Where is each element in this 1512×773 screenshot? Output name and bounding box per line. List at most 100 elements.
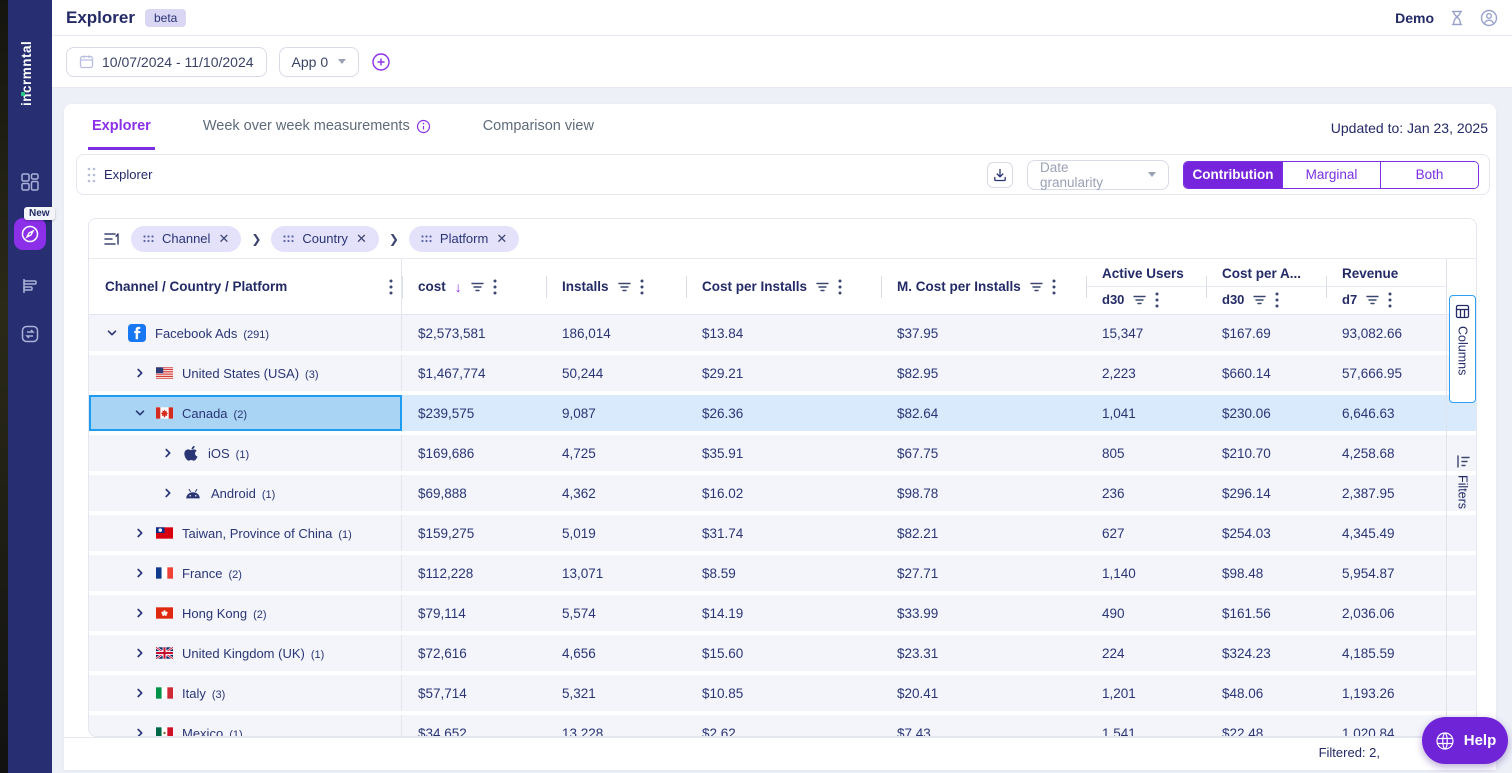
filter-icon[interactable] [1133, 295, 1147, 305]
chevron-right-icon[interactable] [161, 447, 175, 459]
tab-explorer[interactable]: Explorer [88, 118, 155, 150]
column-header-cost[interactable]: cost ↓ [402, 259, 546, 314]
table-row[interactable]: iOS (1) $169,686 4,725 $35.91 $67.75 805 $210.7… [89, 435, 1476, 471]
tree-cell[interactable]: United Kingdom (UK) (1) [89, 635, 402, 671]
table-rows: Facebook Ads (291) $2,573,581 186,014 $13.84… [89, 315, 1476, 737]
flag-france-icon [156, 567, 173, 579]
close-icon[interactable]: ✕ [218, 232, 229, 245]
tab-comparison-view[interactable]: Comparison view [479, 118, 598, 150]
table-row[interactable]: Android (1) $69,888 4,362 $16.02 $98.78 236 $29… [89, 475, 1476, 511]
table-row[interactable]: United States (USA) (3) $1,467,774 50,244 $2… [89, 355, 1476, 391]
chevron-right-icon[interactable] [133, 647, 147, 659]
tree-column-header[interactable]: Channel / Country / Platform [89, 259, 402, 314]
drag-handle-icon[interactable] [87, 167, 96, 183]
mode-toggle: Contribution Marginal Both [1183, 160, 1479, 189]
table-footer: Filtered: 2, [64, 737, 1496, 767]
explorer-compass-icon[interactable]: New [14, 207, 55, 250]
columns-panel-tab[interactable]: Columns [1449, 295, 1476, 403]
filter-icon[interactable] [816, 282, 829, 292]
filter-icon[interactable] [1030, 282, 1043, 292]
table-row[interactable]: Italy (3) $57,714 5,321 $10.85 $20.41 1,201 $48… [89, 675, 1476, 711]
table-row[interactable]: Facebook Ads (291) $2,573,581 186,014 $13.84… [89, 315, 1476, 351]
column-header-revenue[interactable]: Revenue d7 [1326, 259, 1446, 314]
marginal-button[interactable]: Marginal [1282, 161, 1380, 188]
chevron-right-icon: ❯ [251, 231, 262, 246]
desktop-edge [0, 0, 8, 773]
download-button[interactable] [987, 161, 1013, 188]
tree-cell[interactable]: Android (1) [89, 475, 402, 511]
tree-cell[interactable]: Taiwan, Province of China (1) [89, 515, 402, 551]
tree-cell[interactable]: Mexico (1) [89, 715, 402, 736]
value-cell: $13.84 [702, 325, 744, 341]
tree-cell[interactable]: United States (USA) (3) [89, 355, 402, 391]
close-icon[interactable]: ✕ [496, 232, 507, 245]
reports-bars-icon[interactable] [18, 274, 42, 298]
swap-arrows-icon[interactable] [18, 322, 42, 346]
column-header-m-cost-per-installs[interactable]: M. Cost per Installs [881, 259, 1086, 314]
chevron-right-icon[interactable] [133, 567, 147, 579]
value-cell: $37.95 [897, 325, 939, 341]
column-header-cost-per-active[interactable]: Cost per A... d30 [1206, 259, 1326, 314]
chevron-right-icon[interactable] [161, 487, 175, 499]
tree-cell[interactable]: Canada (2) [89, 395, 402, 431]
kebab-menu-icon[interactable] [640, 279, 644, 295]
flag-canada-icon [156, 407, 173, 419]
kebab-menu-icon[interactable] [1052, 279, 1056, 295]
tree-cell[interactable]: iOS (1) [89, 435, 402, 471]
user-avatar-icon[interactable] [1480, 9, 1498, 27]
help-button[interactable]: Help [1422, 717, 1508, 764]
filter-icon[interactable] [1253, 295, 1267, 305]
tree-cell[interactable]: France (2) [89, 555, 402, 591]
kebab-menu-icon[interactable] [1388, 292, 1392, 308]
chevron-right-icon[interactable] [133, 607, 147, 619]
sort-desc-icon[interactable]: ↓ [455, 279, 462, 295]
column-header-cost-per-installs[interactable]: Cost per Installs [686, 259, 881, 314]
chip-country[interactable]: Country ✕ [271, 225, 379, 252]
chevron-right-icon[interactable] [133, 727, 147, 736]
close-icon[interactable]: ✕ [356, 232, 367, 245]
tree-cell[interactable]: Facebook Ads (291) [89, 315, 402, 351]
date-granularity-select[interactable]: Date granularity [1027, 159, 1169, 190]
chevron-right-icon[interactable] [133, 687, 147, 699]
table-row[interactable]: Canada (2) $239,575 9,087 $26.36 $82.64 1,041 $… [89, 395, 1476, 431]
chip-channel[interactable]: Channel ✕ [131, 225, 242, 252]
account-name[interactable]: Demo [1395, 10, 1434, 26]
value-cell: 13,228 [562, 725, 604, 737]
value-cell: $169,686 [418, 445, 475, 461]
kebab-menu-icon[interactable] [1275, 292, 1279, 308]
contribution-button[interactable]: Contribution [1184, 161, 1282, 188]
chevron-right-icon[interactable] [133, 367, 147, 379]
chip-platform[interactable]: Platform ✕ [408, 225, 520, 252]
filters-panel-tab[interactable]: Filters [1449, 447, 1476, 537]
table-row[interactable]: France (2) $112,228 13,071 $8.59 $27.71 1,140 $… [89, 555, 1476, 591]
chevron-down-icon[interactable] [105, 327, 119, 339]
filter-icon[interactable] [617, 282, 631, 292]
table-row[interactable]: United Kingdom (UK) (1) $72,616 4,656 $15.60… [89, 635, 1476, 671]
filters-icon [1456, 455, 1470, 468]
kebab-menu-icon[interactable] [1155, 292, 1159, 308]
column-header-active-users[interactable]: Active Users d30 [1086, 259, 1206, 314]
table-row[interactable]: Hong Kong (2) $79,114 5,574 $14.19 $33.99 490 $… [89, 595, 1476, 631]
hierarchy-sort-icon[interactable] [103, 231, 121, 247]
kebab-menu-icon[interactable] [493, 279, 497, 295]
both-button[interactable]: Both [1380, 161, 1478, 188]
filter-icon[interactable] [1366, 295, 1379, 305]
date-range-picker[interactable]: 10/07/2024 - 11/10/2024 [66, 46, 267, 77]
add-app-button[interactable] [371, 52, 391, 72]
filter-icon[interactable] [471, 282, 484, 292]
column-header-installs[interactable]: Installs [546, 259, 686, 314]
table-row[interactable]: Taiwan, Province of China (1) $159,275 5,01… [89, 515, 1476, 551]
tree-cell[interactable]: Italy (3) [89, 675, 402, 711]
table-row[interactable]: Mexico (1) $34,652 13,228 $2.62 $7.43 1,541 $22… [89, 715, 1476, 737]
kebab-menu-icon[interactable] [838, 279, 842, 295]
app-select[interactable]: App 0 [278, 46, 360, 77]
tab-week-over-week[interactable]: Week over week measurements [199, 118, 435, 150]
dashboard-grid-icon[interactable] [18, 170, 42, 194]
kebab-menu-icon[interactable] [389, 279, 393, 295]
value-cell: $20.41 [897, 685, 939, 701]
chevron-right-icon[interactable] [133, 527, 147, 539]
tree-cell[interactable]: Hong Kong (2) [89, 595, 402, 631]
value-cell: $324.23 [1222, 645, 1271, 661]
chevron-down-icon[interactable] [133, 407, 147, 419]
history-hourglass-icon[interactable] [1448, 9, 1466, 27]
